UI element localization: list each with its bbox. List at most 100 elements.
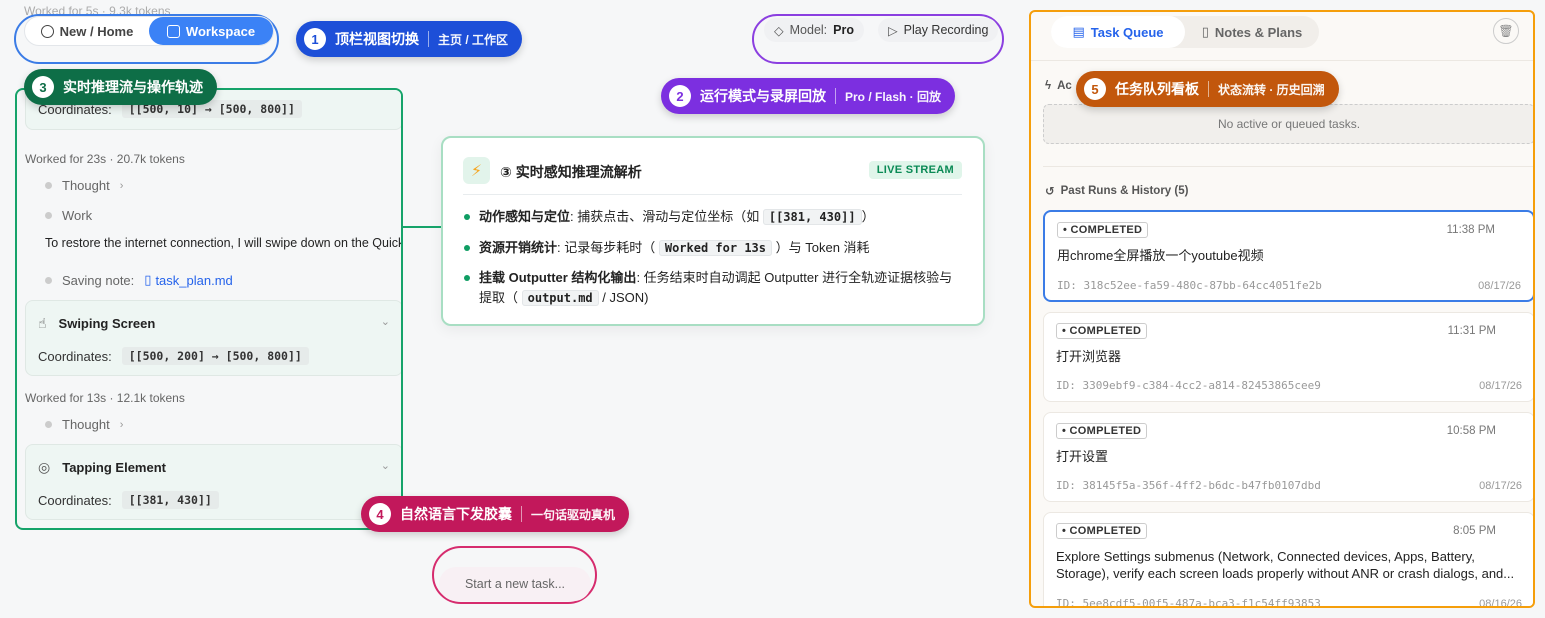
callout-run-mode: 2 运行模式与录屏回放 Pro / Flash · 回放 — [661, 78, 956, 114]
run-card[interactable]: • COMPLETED 11:31 PM 打开浏览器 ID: 3309ebf9-… — [1043, 312, 1533, 402]
live-item: 动作感知与定位: 捕获点击、滑动与定位坐标（如 [[381, 430]]） — [464, 207, 964, 227]
work-text: To restore the internet connection, I wi… — [45, 236, 403, 250]
callout-3-title: 实时推理流与操作轨迹 — [63, 79, 203, 95]
chevron-right-icon: › — [119, 418, 124, 431]
card-title: Swiping Screen — [58, 316, 156, 331]
run-date: 08/17/26 — [1478, 280, 1521, 292]
diamond-icon: ◇ — [774, 23, 784, 38]
work-label: Work — [62, 208, 93, 223]
coordinates-label: Coordinates: — [38, 492, 112, 508]
run-time: 11:31 PM — [1447, 325, 1496, 337]
coordinates-value: [[381, 430]] — [121, 491, 219, 509]
history-label: Past Runs & History (5) — [1060, 185, 1189, 197]
callout-view-switch: 1 顶栏视图切换 主页 / 工作区 — [296, 21, 523, 57]
work-meta: Worked for 13s · 12.1k tokens — [25, 391, 185, 405]
status-badge: • COMPLETED — [1056, 323, 1148, 339]
view-home-label: New / Home — [59, 23, 134, 39]
callout-reasoning-stream: 3 实时推理流与操作轨迹 — [24, 69, 217, 105]
action-card-tapping-element[interactable]: ◎ Tapping Element ⌄ Coordinates: [[381, … — [25, 444, 401, 520]
callout-1-sub: 主页 / 工作区 — [438, 32, 509, 47]
play-recording-button[interactable]: ▷ Play Recording — [878, 18, 999, 42]
play-icon: ▷ — [888, 23, 898, 38]
callout-5-sub: 状态流转 · 历史回溯 — [1218, 82, 1325, 97]
coordinates-label: Coordinates: — [38, 348, 112, 364]
thought-label: Thought — [62, 178, 110, 193]
chevron-down-icon[interactable]: ⌄ — [381, 459, 390, 472]
history-icon: ↺ — [1045, 186, 1055, 198]
tab-notes-plans[interactable]: ▯ Notes & Plans — [1185, 16, 1319, 48]
new-task-input[interactable]: Start a new task... — [439, 567, 591, 601]
live-stream-badge: LIVE STREAM — [868, 161, 962, 179]
bolt-icon: ϟ — [1045, 80, 1052, 92]
tap-target-icon: ◎ — [38, 459, 51, 475]
run-card[interactable]: • COMPLETED 8:05 PM Explore Settings sub… — [1043, 512, 1533, 608]
queue-tabs: ▤ Task Queue ▯ Notes & Plans — [1051, 16, 1319, 48]
tab-task-queue[interactable]: ▤ Task Queue — [1051, 16, 1185, 48]
action-card-swiping-screen[interactable]: ☝ Swiping Screen ⌄ Coordinates: [[500, 2… — [25, 300, 401, 376]
callout-3-number: 3 — [32, 76, 54, 98]
run-card[interactable]: • COMPLETED 10:58 PM 打开设置 ID: 38145f5a-3… — [1043, 412, 1533, 502]
view-workspace-button[interactable]: Workspace — [149, 17, 273, 45]
callout-4-title: 自然语言下发胶囊 — [400, 506, 512, 522]
saving-note-file-link[interactable]: task_plan.md — [155, 273, 232, 288]
run-time: 8:05 PM — [1453, 525, 1496, 537]
status-badge: • COMPLETED — [1056, 523, 1148, 539]
swipe-icon: ☝ — [38, 315, 47, 331]
card-title: Tapping Element — [62, 460, 166, 475]
run-time: 10:58 PM — [1446, 425, 1496, 437]
run-title: 用chrome全屏播放一个youtube视频 — [1057, 248, 1264, 263]
play-recording-label: Play Recording — [903, 23, 989, 37]
list-icon: ▤ — [1072, 24, 1085, 39]
callout-1-title: 顶栏视图切换 — [335, 31, 419, 47]
callout-2-number: 2 — [669, 85, 691, 107]
run-id: ID: 3309ebf9-c384-4cc2-a814-82453865cee9 — [1056, 379, 1321, 392]
callout-5-title: 任务队列看板 — [1115, 81, 1199, 97]
status-badge: • COMPLETED — [1057, 222, 1149, 238]
run-card[interactable]: • COMPLETED 11:38 PM 用chrome全屏播放一个youtub… — [1043, 210, 1533, 302]
view-home-button[interactable]: New / Home — [25, 17, 149, 45]
view-workspace-label: Workspace — [185, 23, 256, 39]
thought-label: Thought — [62, 417, 110, 432]
run-title: Explore Settings submenus (Network, Conn… — [1056, 549, 1515, 581]
connector-line — [403, 226, 441, 228]
callout-natural-language: 4 自然语言下发胶囊 一句话驱动真机 — [361, 496, 630, 532]
lightning-icon: ⚡ — [463, 157, 490, 184]
run-id: ID: 38145f5a-356f-4ff2-b6dc-b47fb0107dbd — [1056, 479, 1321, 492]
view-switcher: New / Home Workspace — [24, 16, 274, 46]
saving-note-step: Saving note: ▯ task_plan.md — [45, 272, 233, 288]
trash-icon[interactable]: 🗑 — [1493, 18, 1519, 44]
callout-4-number: 4 — [369, 503, 391, 525]
document-icon: ▯ — [1201, 24, 1209, 39]
model-label: Model: — [789, 23, 828, 37]
coordinates-value: [[500, 200] → [500, 800]] — [121, 347, 309, 365]
run-title: 打开浏览器 — [1056, 349, 1122, 364]
live-stream-title: ③ 实时感知推理流解析 — [500, 164, 642, 180]
callout-2-sub: Pro / Flash · 回放 — [845, 89, 942, 104]
live-item: 挂载 Outputter 结构化输出: 任务结束时自动调起 Outputter … — [464, 268, 964, 308]
callout-4-sub: 一句话驱动真机 — [531, 507, 616, 522]
workspace-icon — [166, 24, 180, 38]
work-meta: Worked for 23s · 20.7k tokens — [25, 152, 185, 166]
run-date: 08/16/26 — [1479, 598, 1522, 608]
callout-5-number: 5 — [1084, 78, 1106, 100]
run-date: 08/17/26 — [1479, 380, 1522, 392]
new-task-placeholder: Start a new task... — [464, 577, 566, 591]
saving-note-label: Saving note: — [62, 272, 135, 288]
run-title: 打开设置 — [1056, 449, 1109, 464]
tab-task-queue-label: Task Queue — [1090, 24, 1164, 40]
thought-step[interactable]: Thought › — [45, 417, 123, 432]
model-selector[interactable]: ◇ Model: Pro — [764, 18, 864, 42]
live-item: 资源开销统计: 记录每步耗时（ Worked for 13s ）与 Token … — [464, 238, 964, 258]
thought-step[interactable]: Thought › — [45, 178, 123, 193]
chevron-down-icon[interactable]: ⌄ — [381, 315, 390, 328]
live-stream-card: ⚡ ③ 实时感知推理流解析 LIVE STREAM 动作感知与定位: 捕获点击、… — [441, 136, 985, 326]
run-id: ID: 318c52ee-fa59-480c-87bb-64cc4051fe2b — [1057, 279, 1322, 292]
callout-task-queue: 5 任务队列看板 状态流转 · 历史回溯 — [1076, 71, 1339, 107]
work-step: Work — [45, 208, 92, 223]
status-badge: • COMPLETED — [1056, 423, 1148, 439]
empty-queue-box: No active or queued tasks. — [1043, 104, 1533, 144]
home-edit-icon — [40, 24, 54, 38]
reasoning-stream-panel: Coordinates: [[500, 10] → [500, 800]] Wo… — [15, 88, 403, 530]
empty-queue-text: No active or queued tasks. — [1217, 117, 1361, 131]
tab-notes-plans-label: Notes & Plans — [1214, 24, 1303, 40]
